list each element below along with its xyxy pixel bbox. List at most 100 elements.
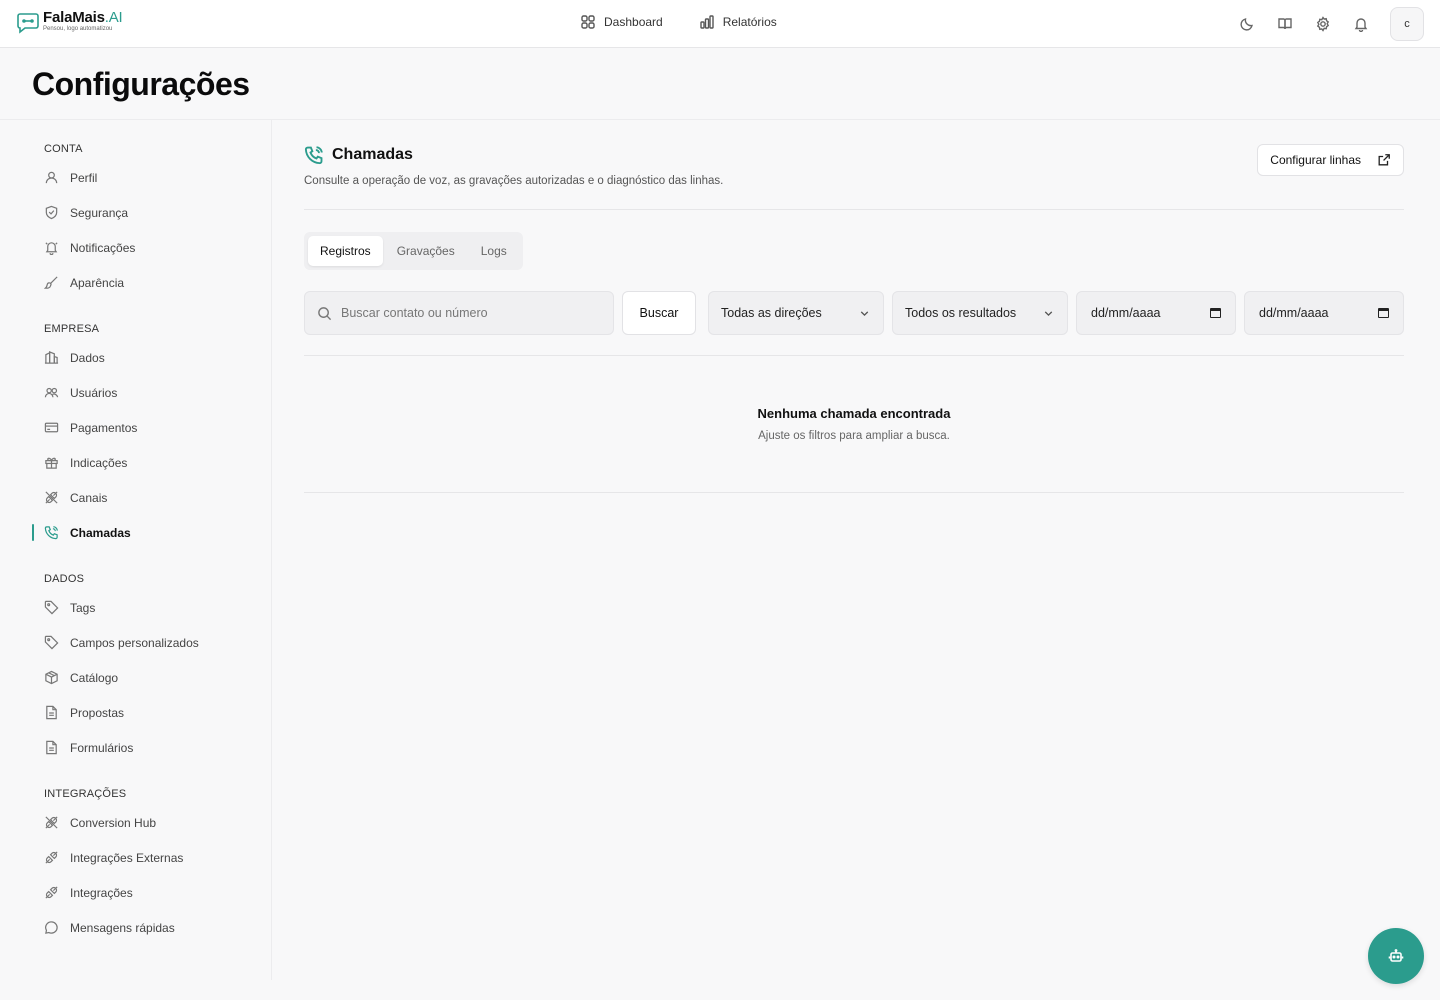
sidebar-item-label: Indicações	[70, 455, 128, 470]
empty-state-title: Nenhuma chamada encontrada	[757, 406, 951, 421]
chevron-down-icon	[1044, 310, 1053, 316]
search-button[interactable]: Buscar	[622, 291, 696, 335]
section-title-text: Chamadas	[332, 146, 413, 163]
sidebar-section-dados: DADOS Tags Campos personalizados Catálog…	[0, 568, 271, 765]
direction-select-value: Todas as direções	[721, 306, 822, 320]
users-icon	[44, 387, 59, 398]
nav-label: Relatórios	[722, 15, 777, 29]
sidebar-item-pagamentos[interactable]: Pagamentos	[0, 410, 271, 445]
empty-state: Nenhuma chamada encontrada Ajuste os fil…	[304, 406, 1404, 442]
building-icon	[44, 350, 59, 364]
sidebar-heading: DADOS	[44, 573, 85, 585]
sidebar-item-indicacoes[interactable]: Indicações	[0, 445, 271, 480]
bar-chart-icon	[700, 15, 714, 29]
gear-icon	[1316, 16, 1330, 32]
sidebar-item-label: Aparência	[70, 275, 125, 290]
section-header: Chamadas Consulte a operação de voz, as …	[304, 120, 1404, 210]
main-content: Chamadas Consulte a operação de voz, as …	[304, 120, 1404, 493]
filters-bar: Buscar Todas as direções Todos os result…	[304, 291, 1404, 335]
sidebar-item-label: Pagamentos	[70, 420, 138, 435]
bell-icon	[1354, 18, 1368, 32]
top-bar: FalaMais.AI Pensou, logo automatizou Das…	[0, 0, 1440, 48]
user-avatar[interactable]: c	[1390, 7, 1424, 41]
sidebar-item-mensagens-rapidas[interactable]: Mensagens rápidas	[0, 910, 271, 945]
search-box	[304, 291, 614, 335]
sidebar-item-chamadas[interactable]: Chamadas	[0, 515, 271, 550]
date-from-input[interactable]: dd/mm/aaaa	[1076, 291, 1236, 335]
tab-gravacoes[interactable]: Gravações	[385, 236, 467, 266]
plug-icon	[45, 851, 58, 864]
sidebar-item-notificacoes[interactable]: Notificações	[0, 230, 271, 265]
sidebar-item-label: Canais	[70, 490, 108, 505]
sidebar-item-perfil[interactable]: Perfil	[0, 160, 271, 195]
book-icon	[1278, 18, 1292, 30]
sidebar-item-label: Chamadas	[70, 525, 131, 540]
brand-logo[interactable]: FalaMais.AI Pensou, logo automatizou	[16, 10, 123, 34]
empty-state-subtitle: Ajuste os filtros para ampliar a busca.	[758, 430, 950, 442]
sidebar-item-aparencia[interactable]: Aparência	[0, 265, 271, 300]
notifications-button[interactable]	[1352, 15, 1370, 33]
chat-logo-icon	[17, 13, 39, 34]
nav-dashboard[interactable]: Dashboard	[580, 14, 663, 30]
tab-logs[interactable]: Logs	[469, 236, 519, 266]
bell-icon	[45, 242, 58, 255]
date-to-input[interactable]: dd/mm/aaaa	[1244, 291, 1404, 335]
calendar-icon[interactable]	[1378, 308, 1389, 318]
chevron-down-icon	[860, 310, 869, 316]
file-icon	[46, 705, 57, 720]
tab-registros[interactable]: Registros	[308, 236, 383, 266]
sidebar-item-dados[interactable]: Dados	[0, 340, 271, 375]
sidebar-item-campos-personalizados[interactable]: Campos personalizados	[0, 625, 271, 660]
sidebar-item-catalogo[interactable]: Catálogo	[0, 660, 271, 695]
grid-icon	[581, 15, 595, 29]
sidebar-item-integracoes-externas[interactable]: Integrações Externas	[0, 840, 271, 875]
nav-relatorios[interactable]: Relatórios	[699, 14, 777, 30]
sidebar-item-conversion-hub[interactable]: Conversion Hub	[0, 805, 271, 840]
search-input[interactable]	[341, 306, 591, 320]
user-icon	[45, 171, 58, 184]
sidebar-heading: INTEGRAÇÕES	[44, 788, 127, 800]
brush-icon	[44, 276, 58, 289]
sidebar-item-label: Catálogo	[70, 670, 119, 685]
sidebar-item-formularios[interactable]: Formulários	[0, 730, 271, 765]
theme-toggle-button[interactable]	[1238, 15, 1256, 33]
calendar-icon[interactable]	[1210, 308, 1221, 318]
assistant-bot-button[interactable]	[1368, 928, 1424, 984]
chat-icon	[45, 921, 58, 934]
divider	[304, 492, 1404, 493]
shield-icon	[45, 205, 58, 220]
nav-label: Dashboard	[604, 15, 663, 29]
docs-button[interactable]	[1276, 15, 1294, 33]
phone-icon	[304, 146, 323, 165]
box-icon	[45, 670, 58, 685]
credit-card-icon	[44, 422, 59, 433]
sidebar-item-integracoes[interactable]: Integrações	[0, 875, 271, 910]
brand-name: FalaMais.AI	[43, 9, 123, 26]
top-nav: Dashboard Relatórios	[580, 14, 777, 30]
sidebar-item-label: Dados	[70, 350, 105, 365]
sidebar-item-seguranca[interactable]: Segurança	[0, 195, 271, 230]
configure-lines-button[interactable]: Configurar linhas	[1257, 144, 1404, 176]
sidebar-heading: EMPRESA	[44, 323, 100, 335]
plug-icon	[45, 816, 58, 829]
result-select-value: Todos os resultados	[905, 306, 1017, 320]
external-link-icon	[1378, 154, 1390, 166]
direction-select[interactable]: Todas as direções	[708, 291, 884, 335]
sidebar-item-propostas[interactable]: Propostas	[0, 695, 271, 730]
file-icon	[46, 740, 57, 755]
settings-button[interactable]	[1314, 15, 1332, 33]
sidebar-section-empresa: EMPRESA Dados Usuários Pagamentos Indica…	[0, 318, 271, 550]
brand-tagline: Pensou, logo automatizou	[43, 26, 113, 32]
sidebar-item-label: Propostas	[70, 705, 125, 720]
sidebar-item-tags[interactable]: Tags	[0, 590, 271, 625]
sidebar-item-label: Mensagens rápidas	[70, 920, 175, 935]
sidebar-item-label: Integrações Externas	[70, 850, 184, 865]
sidebar-item-label: Tags	[70, 600, 96, 615]
settings-sidebar: CONTA Perfil Segurança Notificações Apar…	[0, 120, 272, 980]
result-select[interactable]: Todos os resultados	[892, 291, 1068, 335]
moon-icon	[1240, 18, 1253, 31]
sidebar-item-usuarios[interactable]: Usuários	[0, 375, 271, 410]
sidebar-item-label: Conversion Hub	[70, 815, 157, 830]
section-title: Chamadas	[304, 145, 413, 165]
sidebar-item-canais[interactable]: Canais	[0, 480, 271, 515]
